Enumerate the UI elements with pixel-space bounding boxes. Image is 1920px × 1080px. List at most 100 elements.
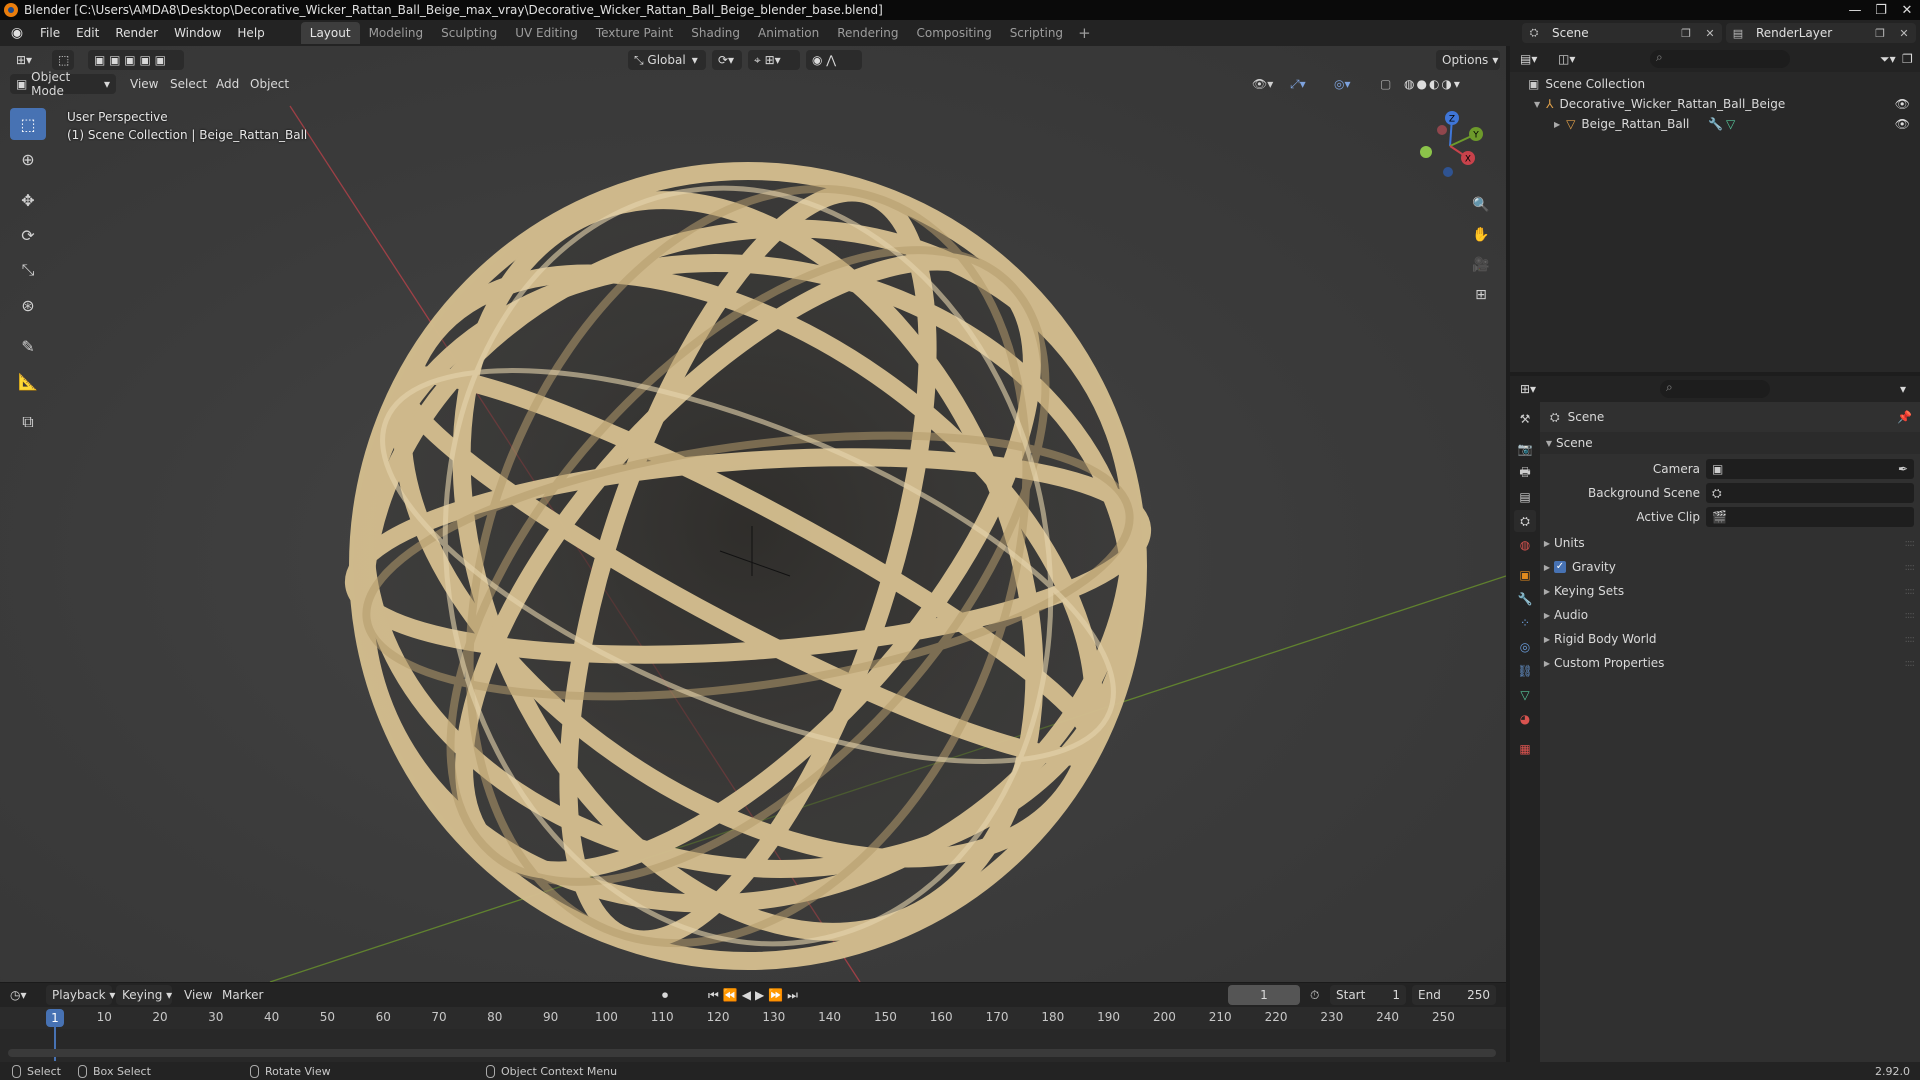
render-tab-icon[interactable]: 📷 <box>1514 438 1536 460</box>
measure-tool-icon[interactable]: 📐 <box>10 365 46 397</box>
particles-tab-icon[interactable]: ⁘ <box>1514 612 1536 634</box>
playback-menu[interactable]: Playback ▾ <box>46 985 115 1005</box>
current-frame-indicator[interactable]: 1 <box>46 1009 64 1027</box>
current-frame-field[interactable]: 1 <box>1228 985 1300 1005</box>
units-panel[interactable]: ▶ Units :::: <box>1540 532 1920 554</box>
outliner-row-scene-collection[interactable]: ▣ Scene Collection <box>1510 74 1920 94</box>
object-tab-icon[interactable]: ▣ <box>1514 564 1536 586</box>
properties-editor[interactable]: ⊞▾ ⌕ ▾ ⚒ 📷 🖶 ▤ ⛭ ◍ ▣ 🔧 ⁘ ◎ ⛓ ▽ ◕ ▦ ⛭ Sce… <box>1510 376 1920 1062</box>
pin-icon[interactable]: 📌 <box>1897 410 1912 424</box>
rotate-tool-icon[interactable]: ⟳ <box>10 219 46 251</box>
physics-tab-icon[interactable]: ◎ <box>1514 636 1536 658</box>
tab-uv-editing[interactable]: UV Editing <box>506 22 587 44</box>
object-mode-dropdown[interactable]: ▣ Object Mode ▾ <box>10 70 116 98</box>
move-tool-icon[interactable]: ✥ <box>10 184 46 216</box>
overlay-toggle-icon[interactable]: ◎▾ <box>1334 74 1351 94</box>
visibility-icon[interactable]: 👁▾ <box>1252 74 1273 94</box>
select-mode-buttons[interactable]: ▣ ▣ ▣ ▣ ▣ <box>88 50 184 70</box>
add-menu[interactable]: Add <box>216 74 239 94</box>
outliner-editor-type-icon[interactable]: ▤▾ <box>1520 49 1537 69</box>
tab-modeling[interactable]: Modeling <box>360 22 433 44</box>
tab-animation[interactable]: Animation <box>749 22 828 44</box>
gravity-checkbox[interactable]: ✓ <box>1554 561 1566 573</box>
add-cube-tool-icon[interactable]: ⧉ <box>10 406 46 438</box>
eyedropper-icon[interactable]: ✒ <box>1898 462 1908 476</box>
record-icon[interactable]: ⏺ <box>662 985 668 1005</box>
drag-grip-icon[interactable]: :::: <box>1905 586 1916 597</box>
drag-grip-icon[interactable]: :::: <box>1905 658 1916 669</box>
properties-editor-type-icon[interactable]: ⊞▾ <box>1520 379 1536 399</box>
menu-render[interactable]: Render <box>107 20 166 46</box>
tab-shading[interactable]: Shading <box>682 22 749 44</box>
minimize-button[interactable]: — <box>1842 0 1868 20</box>
tab-scripting[interactable]: Scripting <box>1001 22 1072 44</box>
timeline-scrollbar[interactable] <box>8 1049 1496 1057</box>
3d-viewport[interactable]: ⊞▾ ⬚ ▣ ▣ ▣ ▣ ▣ ⤡ Global ▾ ⟳▾ ⌖ ⊞▾ ◉ ⋀ Op… <box>0 46 1506 982</box>
scale-tool-icon[interactable]: ⤡ <box>10 254 46 286</box>
proportional-edit-icon[interactable]: ◉ ⋀ <box>806 50 862 70</box>
menu-edit[interactable]: Edit <box>68 20 107 46</box>
rigid-body-world-panel[interactable]: ▶ Rigid Body World :::: <box>1540 628 1920 650</box>
perspective-grid-icon[interactable]: ⊞ <box>1468 282 1494 308</box>
blender-menu-icon[interactable]: ◉ <box>8 24 26 42</box>
menu-file[interactable]: File <box>32 20 68 46</box>
options-dropdown[interactable]: Options ▾ <box>1436 50 1500 70</box>
eye-icon[interactable]: 👁 <box>1895 117 1910 131</box>
timeline-editor[interactable]: ◷▾ Playback ▾ Keying ▾ View Marker ⏺ ⏮⏪◀… <box>0 982 1506 1063</box>
close-icon[interactable]: ✕ <box>1702 25 1718 41</box>
tool-tab-icon[interactable]: ⚒ <box>1514 408 1536 430</box>
add-workspace-button[interactable]: + <box>1072 24 1097 42</box>
scene-tab-icon[interactable]: ⛭ <box>1514 510 1536 532</box>
menu-window[interactable]: Window <box>166 20 229 46</box>
outliner-row-collection[interactable]: ▼ ⅄ Decorative_Wicker_Rattan_Ball_Beige … <box>1510 94 1920 114</box>
camera-view-icon[interactable]: 🎥 <box>1468 252 1494 278</box>
drag-grip-icon[interactable]: :::: <box>1905 634 1916 645</box>
close-icon[interactable]: ✕ <box>1896 25 1912 41</box>
start-frame-field[interactable]: Start 1 <box>1330 985 1406 1005</box>
view-menu[interactable]: View <box>130 74 158 94</box>
modifier-tab-icon[interactable]: 🔧 <box>1514 588 1536 610</box>
properties-search-input[interactable]: ⌕ <box>1660 380 1770 398</box>
scene-panel-header[interactable]: ▼ Scene <box>1540 432 1920 454</box>
timeline-view-menu[interactable]: View <box>184 985 212 1005</box>
camera-field[interactable]: ▣ ✒ <box>1706 459 1914 479</box>
annotate-tool-icon[interactable]: ✎ <box>10 330 46 362</box>
custom-properties-panel[interactable]: ▶ Custom Properties :::: <box>1540 652 1920 674</box>
output-tab-icon[interactable]: 🖶 <box>1514 462 1536 484</box>
outliner-search-input[interactable]: ⌕ <box>1650 50 1790 68</box>
filter-icon[interactable]: ⏷▾ <box>1880 49 1896 69</box>
end-frame-field[interactable]: End 250 <box>1412 985 1496 1005</box>
marker-menu[interactable]: Marker <box>222 985 263 1005</box>
texture-tab-icon[interactable]: ▦ <box>1514 738 1536 760</box>
tab-compositing[interactable]: Compositing <box>907 22 1000 44</box>
constraints-tab-icon[interactable]: ⛓ <box>1514 660 1536 682</box>
object-menu[interactable]: Object <box>250 74 289 94</box>
gravity-panel[interactable]: ▶ ✓ Gravity :::: <box>1540 556 1920 578</box>
snap-toggle-icon[interactable]: ⌖ ⊞▾ <box>748 50 800 70</box>
tab-sculpting[interactable]: Sculpting <box>432 22 506 44</box>
menu-help[interactable]: Help <box>229 20 272 46</box>
pivot-point-icon[interactable]: ⟳▾ <box>712 50 742 70</box>
new-collection-icon[interactable]: ❐ <box>1902 49 1913 69</box>
drag-grip-icon[interactable]: :::: <box>1905 610 1916 621</box>
shading-mode-icons[interactable]: ◍●◐◑▾ <box>1404 74 1462 94</box>
outliner-row-object[interactable]: ▶ ▽ Beige_Rattan_Ball 🔧 ▽ 👁 <box>1510 114 1920 134</box>
tab-layout[interactable]: Layout <box>300 22 360 44</box>
zoom-icon[interactable]: 🔍 <box>1468 192 1494 218</box>
expand-arrow-icon[interactable]: ▶ <box>1554 120 1560 129</box>
copy-icon[interactable]: ❐ <box>1678 25 1694 41</box>
scene-selector[interactable]: ⛭ Scene ❐ ✕ <box>1522 23 1722 43</box>
keying-sets-panel[interactable]: ▶ Keying Sets :::: <box>1540 580 1920 602</box>
cursor-tool-icon[interactable]: ⊕ <box>10 143 46 175</box>
modifier-icon[interactable]: 🔧 <box>1708 117 1723 131</box>
keying-menu[interactable]: Keying ▾ <box>116 985 172 1005</box>
select-tool-icon[interactable]: ⬚ <box>52 50 74 70</box>
frame-ruler[interactable]: 1 10 20 30 40 50 60 70 80 90 100 110 120 130 140 150 160… <box>0 1007 1506 1029</box>
background-scene-field[interactable]: ⛭ <box>1706 483 1914 503</box>
gizmo-toggle-icon[interactable]: ⤢▾ <box>1290 74 1306 94</box>
audio-panel[interactable]: ▶ Audio :::: <box>1540 604 1920 626</box>
world-tab-icon[interactable]: ◍ <box>1514 534 1536 556</box>
tab-texture-paint[interactable]: Texture Paint <box>587 22 682 44</box>
display-mode-icon[interactable]: ◫▾ <box>1558 49 1575 69</box>
drag-grip-icon[interactable]: :::: <box>1905 538 1916 549</box>
